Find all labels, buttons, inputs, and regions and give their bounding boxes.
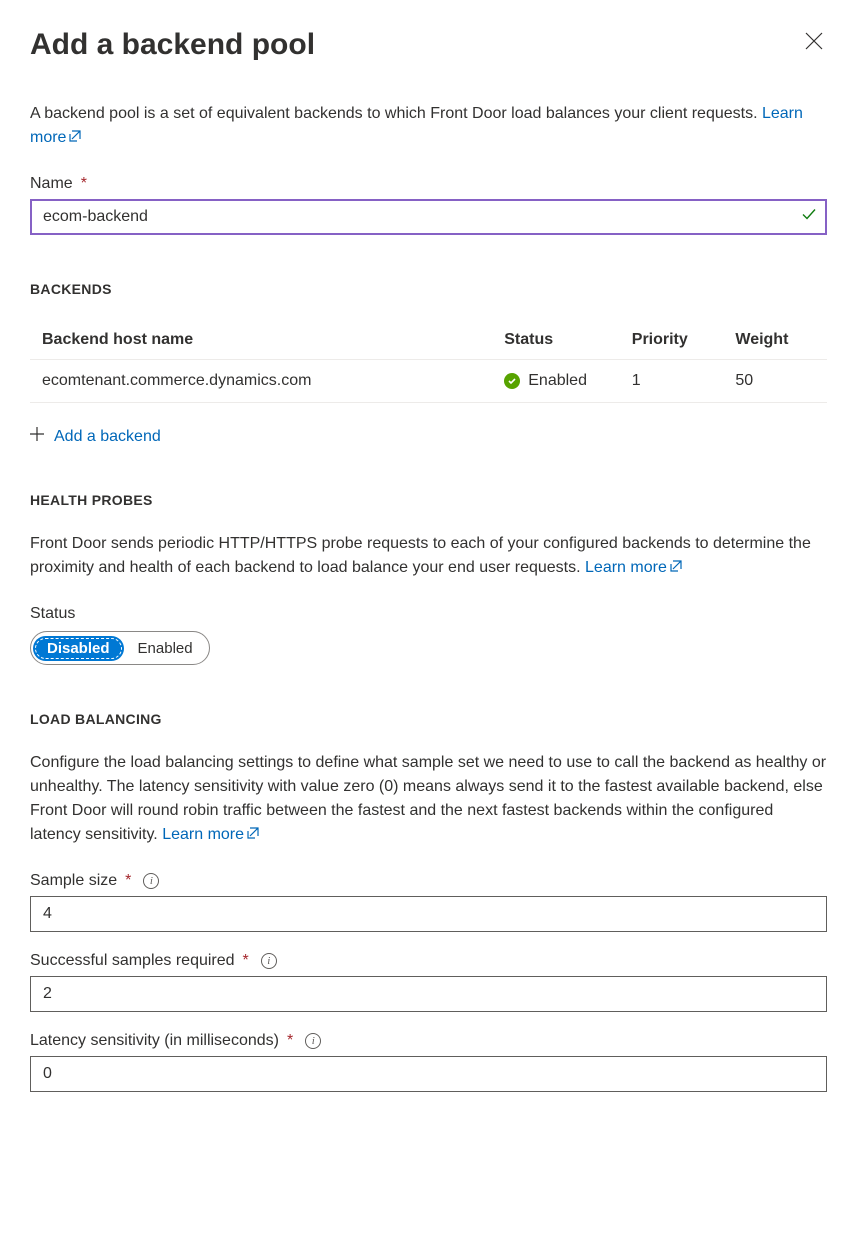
external-link-icon [669, 557, 683, 581]
info-icon[interactable]: i [143, 873, 159, 889]
plus-icon [30, 427, 44, 446]
close-button[interactable] [801, 28, 827, 54]
lb-learn-more-link[interactable]: Learn more [162, 826, 260, 843]
lb-desc: Configure the load balancing settings to… [30, 751, 827, 848]
lb-section-header: LOAD BALANCING [30, 711, 827, 727]
cell-status: Enabled [492, 360, 620, 403]
add-backend-button[interactable]: Add a backend [30, 427, 161, 446]
status-enabled-icon [504, 373, 520, 389]
latency-input[interactable] [30, 1056, 827, 1092]
check-icon [801, 207, 817, 228]
required-indicator: * [125, 872, 131, 890]
name-input[interactable] [30, 199, 827, 235]
external-link-icon [246, 824, 260, 848]
page-title: Add a backend pool [30, 28, 315, 62]
name-label: Name* [30, 175, 827, 193]
table-row[interactable]: ecomtenant.commerce.dynamics.com Enabled… [30, 360, 827, 403]
col-host[interactable]: Backend host name [30, 321, 492, 360]
cell-weight: 50 [723, 360, 827, 403]
cell-priority: 1 [620, 360, 724, 403]
close-icon [805, 32, 823, 50]
info-icon[interactable]: i [305, 1033, 321, 1049]
col-priority[interactable]: Priority [620, 321, 724, 360]
status-label: Status [30, 605, 827, 623]
health-learn-more-link[interactable]: Learn more [585, 559, 683, 576]
required-indicator: * [287, 1032, 293, 1050]
sample-size-label: Sample size* i [30, 872, 827, 890]
required-indicator: * [243, 952, 249, 970]
col-weight[interactable]: Weight [723, 321, 827, 360]
backends-section-header: BACKENDS [30, 281, 827, 297]
external-link-icon [68, 127, 82, 151]
toggle-disabled[interactable]: Disabled [33, 636, 124, 661]
cell-host: ecomtenant.commerce.dynamics.com [30, 360, 492, 403]
successful-samples-input[interactable] [30, 976, 827, 1012]
intro-text: A backend pool is a set of equivalent ba… [30, 102, 827, 151]
successful-samples-label: Successful samples required* i [30, 952, 827, 970]
backends-table: Backend host name Status Priority Weight… [30, 321, 827, 403]
required-indicator: * [81, 175, 87, 193]
sample-size-input[interactable] [30, 896, 827, 932]
col-status[interactable]: Status [492, 321, 620, 360]
latency-label: Latency sensitivity (in milliseconds)* i [30, 1032, 827, 1050]
toggle-enabled[interactable]: Enabled [124, 636, 207, 661]
health-desc: Front Door sends periodic HTTP/HTTPS pro… [30, 532, 827, 581]
info-icon[interactable]: i [261, 953, 277, 969]
status-toggle: Disabled Enabled [30, 631, 210, 665]
health-section-header: HEALTH PROBES [30, 492, 827, 508]
